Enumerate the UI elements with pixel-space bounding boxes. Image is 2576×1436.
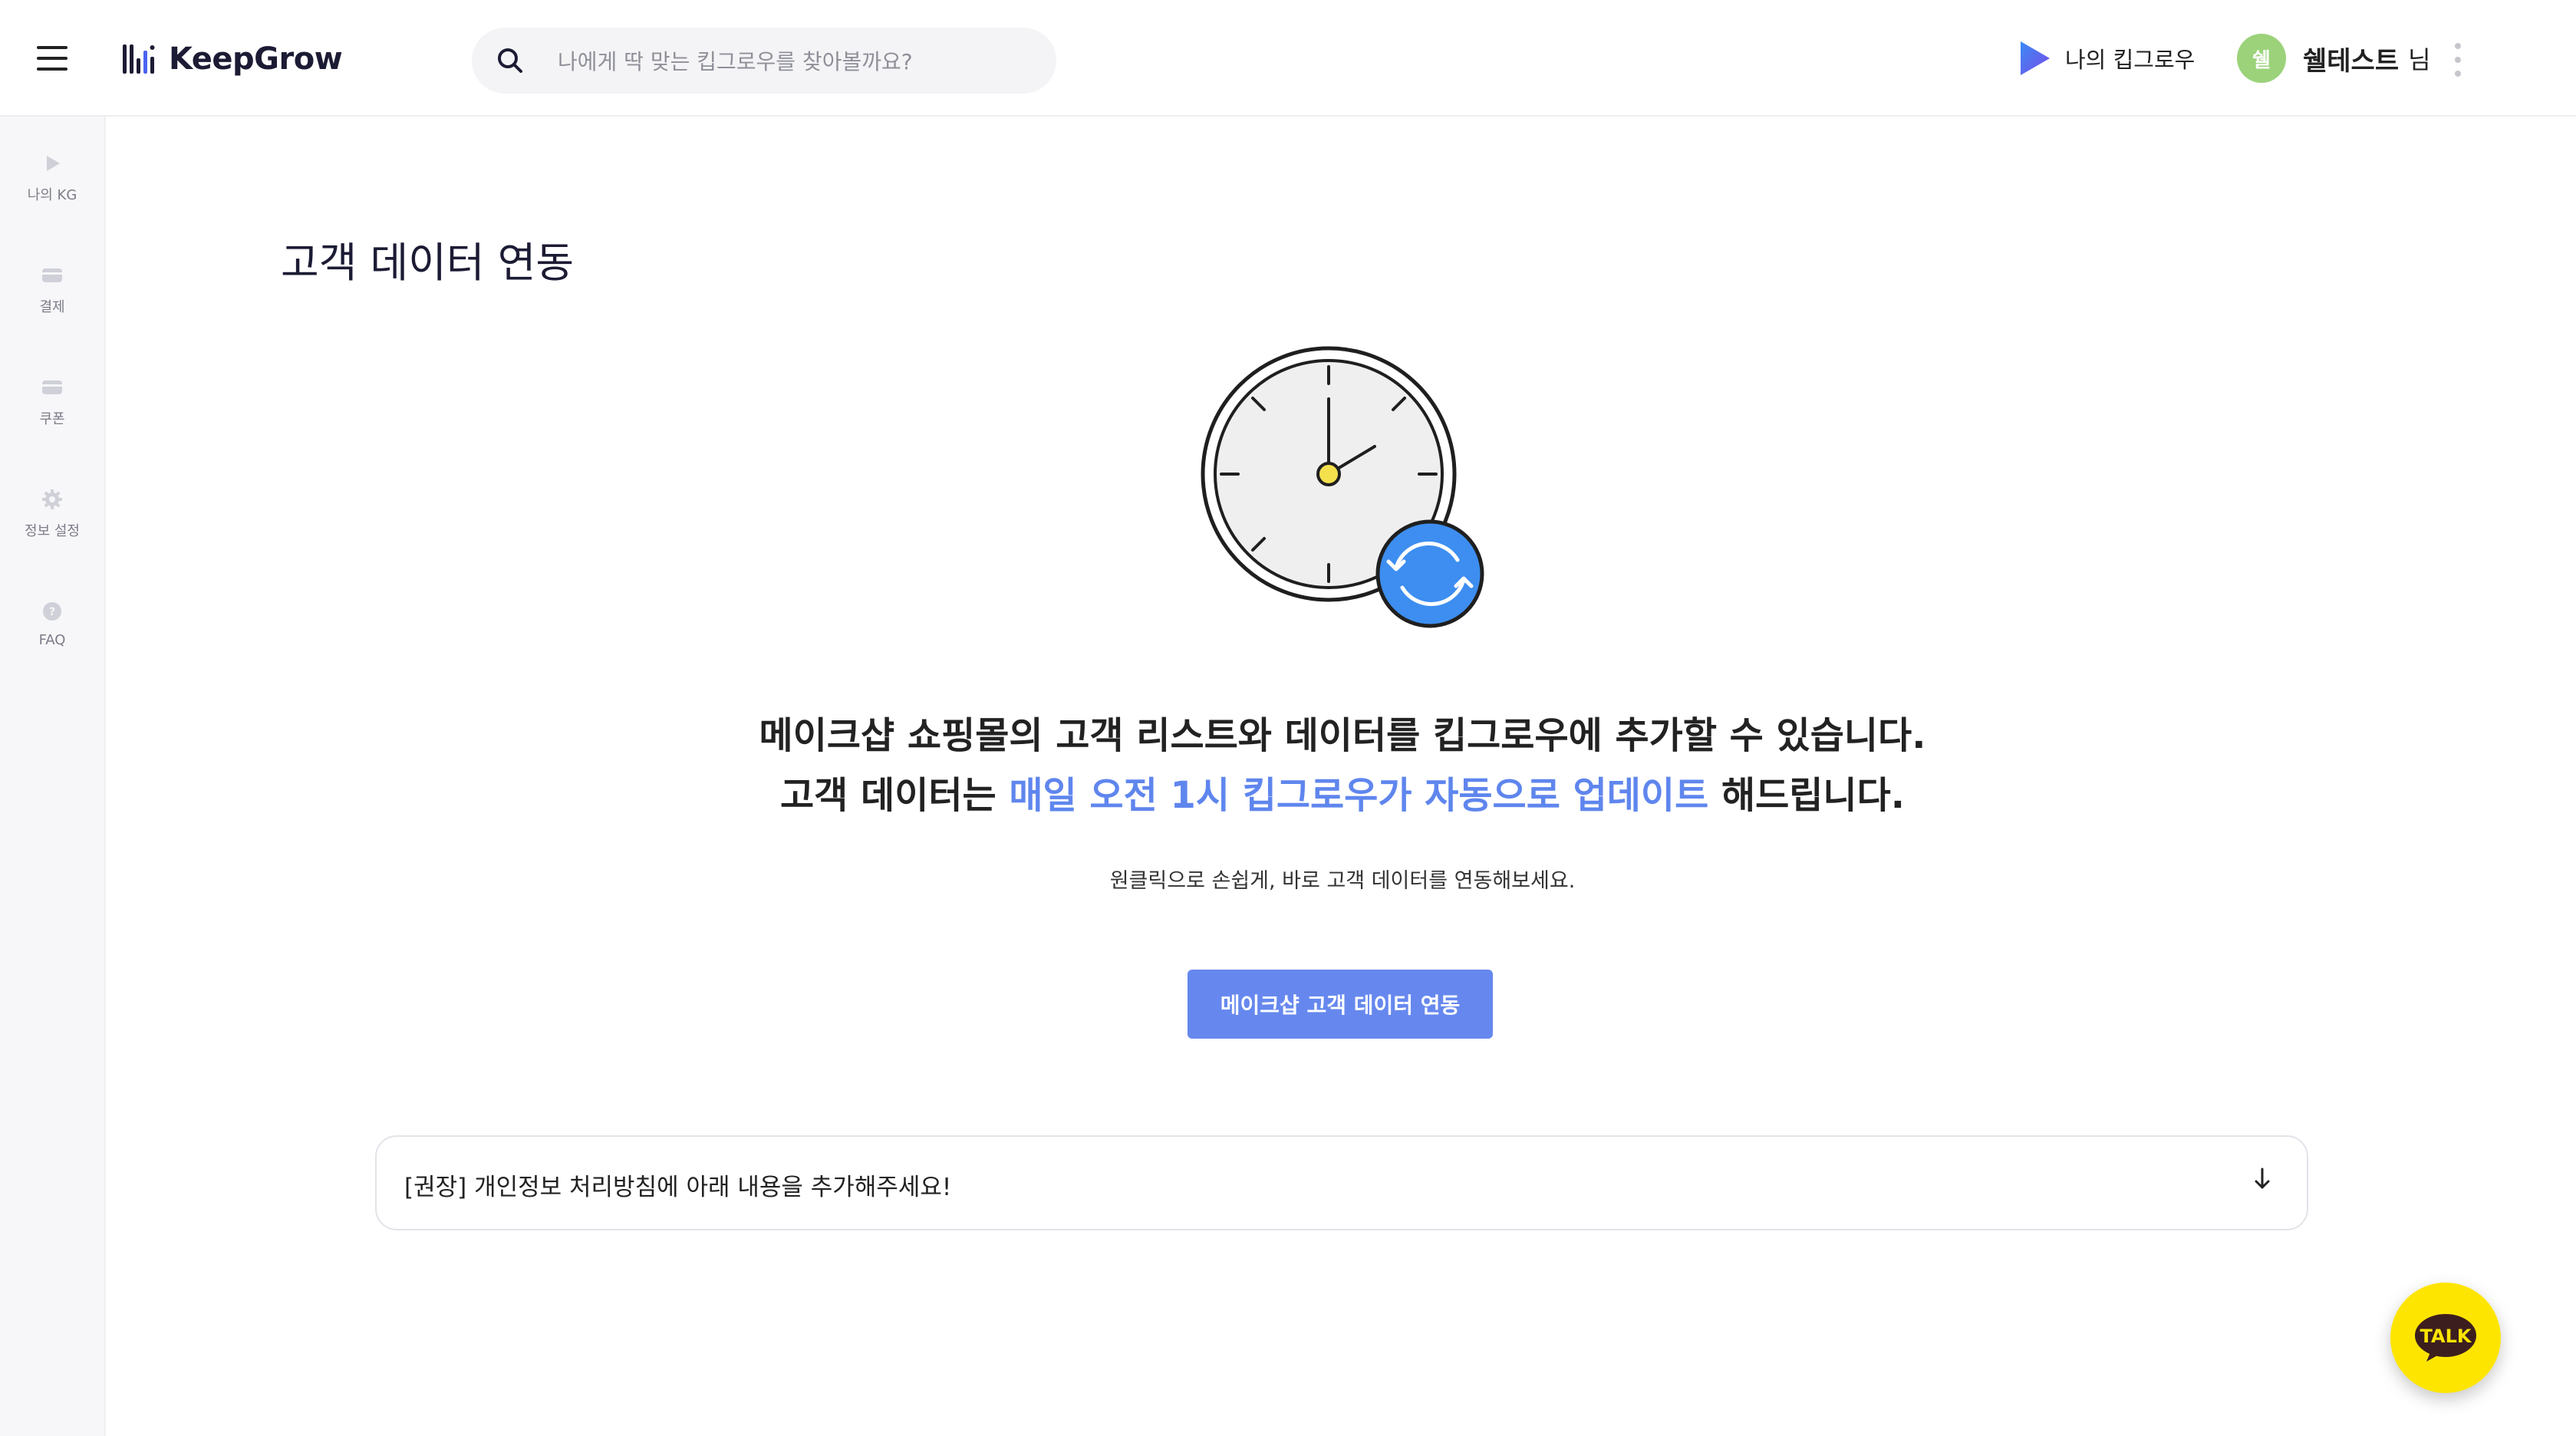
svg-text:?: ? [49,606,55,618]
user-menu[interactable]: 쉘 쉘테스트 님 [2237,34,2431,83]
user-name: 쉘테스트 [2303,45,2400,77]
coupon-icon [42,380,62,394]
description-line-2-suffix: 해드립니다. [1708,774,1905,817]
avatar: 쉘 [2237,34,2286,83]
sidebar-item-label: 정보 설정 [25,523,80,539]
description-line-1: 메이크샵 쇼핑몰의 고객 리스트와 데이터를 킵그로우에 추가할 수 있습니다. [759,714,1926,757]
top-header: KeepGrow 나에게 딱 맞는 킵그로우를 찾아볼까요? 나의 킵그로우 쉘… [0,0,2576,117]
sidebar-item-label: FAQ [38,632,66,648]
sidebar-item-my-kg[interactable]: 나의 KG [0,152,104,244]
sidebar-item-faq[interactable]: ? FAQ [0,600,104,692]
kakao-talk-icon: TALK [2415,1314,2476,1362]
menu-icon[interactable] [37,46,71,72]
sidebar: 나의 KG 결제 쿠폰 정보 설정 ? FAQ [0,117,106,1436]
faq-icon: ? [43,602,61,621]
sidebar-item-label: 쿠폰 [39,411,65,427]
user-honorific: 님 [2408,45,2431,74]
search-bar[interactable]: 나에게 딱 맞는 킵그로우를 찾아볼까요? [472,28,1056,94]
subtext: 원클릭으로 손쉽게, 바로 고객 데이터를 연동해보세요. [1109,869,1576,893]
more-options-icon[interactable] [2452,43,2464,77]
card-icon [42,268,62,282]
privacy-policy-accordion[interactable]: [권장] 개인정보 처리방침에 아래 내용을 추가해주세요! [375,1135,2308,1230]
keepgrow-logo-icon [123,44,155,74]
clock-sync-illustration [1201,346,1484,628]
accordion-label: [권장] 개인정보 처리방침에 아래 내용을 추가해주세요! [404,1174,952,1201]
sidebar-item-payment[interactable]: 결제 [0,264,104,356]
sidebar-item-label: 나의 KG [27,187,77,203]
page-title: 고객 데이터 연동 [281,239,575,288]
search-icon [498,48,522,73]
sidebar-item-settings[interactable]: 정보 설정 [0,488,104,580]
kakao-talk-chat-button[interactable]: TALK [2390,1283,2501,1393]
description-line-2-prefix: 고객 데이터는 [780,774,1010,817]
description-line-2: 고객 데이터는 매일 오전 1시 킵그로우가 자동으로 업데이트 해드립니다. [537,766,2148,825]
description-text: 메이크샵 쇼핑몰의 고객 리스트와 데이터를 킵그로우에 추가할 수 있습니다.… [537,706,2148,825]
sidebar-item-label: 결제 [39,299,65,315]
my-keepgrow-label: 나의 킵그로우 [2065,47,2196,73]
connect-customer-data-button[interactable]: 메이크샵 고객 데이터 연동 [1188,970,1493,1039]
arrow-down-icon[interactable] [2252,1166,2273,1192]
sidebar-item-coupon[interactable]: 쿠폰 [0,376,104,468]
kakao-talk-label: TALK [2420,1326,2472,1347]
update-schedule-highlight: 매일 오전 1시 킵그로우가 자동으로 업데이트 [1009,774,1709,817]
my-keepgrow-link[interactable]: 나의 킵그로우 [2018,37,2195,80]
play-icon [47,156,60,171]
play-logo-icon [2021,41,2050,75]
gear-icon [42,489,62,509]
brand-logo[interactable]: KeepGrow [123,38,343,80]
search-input[interactable]: 나에게 딱 맞는 킵그로우를 찾아볼까요? [558,45,913,76]
brand-name: KeepGrow [169,41,343,77]
